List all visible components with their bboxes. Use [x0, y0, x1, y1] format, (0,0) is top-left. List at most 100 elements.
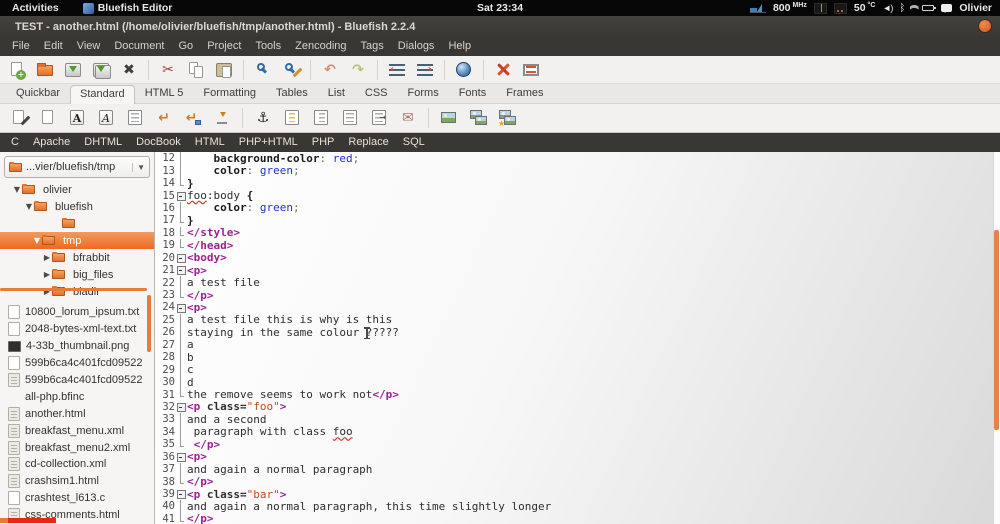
tab-html-5[interactable]: HTML 5	[135, 84, 194, 103]
cpu-graph-icon[interactable]	[749, 3, 766, 13]
wifi-icon[interactable]: )))	[909, 7, 919, 10]
insert-image-button[interactable]	[436, 106, 462, 130]
filter-replace[interactable]: Replace	[341, 133, 395, 152]
italic-button[interactable]: A	[93, 106, 119, 130]
find-button[interactable]	[250, 58, 276, 82]
tab-formatting[interactable]: Formatting	[193, 84, 266, 103]
multi-thumbnail-button[interactable]: ★	[494, 106, 520, 130]
code-line-28[interactable]: 28 b	[155, 351, 1000, 364]
paste-button[interactable]	[211, 58, 237, 82]
app-indicator[interactable]: Bluefish Editor	[82, 2, 172, 14]
code-line-16[interactable]: 16 color: green;	[155, 201, 1000, 215]
tree-item-bluefish[interactable]: ▼ bluefish	[0, 198, 154, 215]
menu-go[interactable]: Go	[172, 37, 201, 56]
chat-icon[interactable]	[941, 4, 953, 13]
break-clear-button[interactable]: ↵	[180, 106, 206, 130]
expander-open-icon[interactable]: ▼	[12, 185, 22, 194]
code-line-23[interactable]: 23 </p>	[155, 289, 1000, 302]
fold-collapse-icon[interactable]	[176, 488, 187, 500]
bold-button[interactable]: A	[64, 106, 90, 130]
file-item-cd-collection.xml[interactable]: cd-collection.xml	[0, 456, 154, 473]
anchor-button[interactable]: ⚓	[250, 106, 276, 130]
new-document-button[interactable]: +	[4, 58, 30, 82]
fold-collapse-icon[interactable]	[176, 252, 187, 264]
cpu-frequency[interactable]: 800 MHz	[773, 2, 807, 15]
code-line-24[interactable]: 24 <p>	[155, 301, 1000, 314]
editor-scrollbar-thumb[interactable]	[994, 230, 999, 430]
filter-dhtml[interactable]: DHTML	[77, 133, 129, 152]
open-file-button[interactable]	[32, 58, 58, 82]
close-document-button[interactable]: ✖	[116, 58, 142, 82]
code-line-14[interactable]: 14}	[155, 177, 1000, 190]
file-item-599b6ca4c401fcd09522[interactable]: 599b6ca4c401fcd09522	[0, 372, 154, 389]
expander-open-icon[interactable]: ▼	[24, 202, 34, 211]
tree-item-big_files[interactable]: ▶ big_files	[0, 266, 154, 283]
tab-fonts[interactable]: Fonts	[449, 84, 497, 103]
tree-item-tmp[interactable]: ▼ tmp	[0, 232, 154, 249]
code-line-17[interactable]: 17}	[155, 214, 1000, 227]
tab-frames[interactable]: Frames	[496, 84, 553, 103]
temperature[interactable]: 50 °C	[854, 2, 876, 15]
file-item-all-php.bfinc[interactable]: all-php.bfinc	[0, 388, 154, 405]
directory-selector[interactable]: ...vier/bluefish/tmp ▼	[4, 156, 150, 178]
file-list-hscrollbar[interactable]	[0, 518, 8, 523]
redo-button[interactable]: ↷	[345, 58, 371, 82]
filter-apache[interactable]: Apache	[26, 133, 77, 152]
file-item-another.html[interactable]: another.html	[0, 405, 154, 422]
file-item-4-33b_thumbnail.png[interactable]: 4-33b_thumbnail.png	[0, 338, 154, 355]
code-line-22[interactable]: 22 a test file	[155, 276, 1000, 290]
menu-dialogs[interactable]: Dialogs	[391, 37, 442, 56]
expander-closed-icon[interactable]: ▶	[42, 253, 52, 262]
quickstart-button[interactable]	[6, 106, 32, 130]
tree-item-olivier[interactable]: ▼ olivier	[0, 181, 154, 198]
menu-tags[interactable]: Tags	[354, 37, 391, 56]
menu-file[interactable]: File	[5, 37, 37, 56]
line-break-button[interactable]: ↵	[151, 106, 177, 130]
tab-forms[interactable]: Forms	[398, 84, 449, 103]
fullscreen-button[interactable]	[518, 58, 544, 82]
menu-edit[interactable]: Edit	[37, 37, 70, 56]
monitor-graph-icon[interactable]	[813, 2, 827, 14]
code-editor[interactable]: 12 background-color: red; 13 color: green…	[155, 152, 1000, 524]
tree-hscrollbar[interactable]	[0, 288, 147, 291]
paragraph-button[interactable]	[122, 106, 148, 130]
preferences-button[interactable]	[490, 58, 516, 82]
tree-item-bfrabbit[interactable]: ▶ bfrabbit	[0, 249, 154, 266]
filter-html[interactable]: HTML	[188, 133, 232, 152]
code-line-26[interactable]: 26 staying in the same colour ?????	[155, 326, 1000, 340]
monitor-graph2-icon[interactable]	[833, 2, 847, 14]
browser-preview-button[interactable]	[451, 58, 477, 82]
menu-project[interactable]: Project	[200, 37, 248, 56]
code-line-39[interactable]: 39 <p class= "bar" >	[155, 488, 1000, 501]
fold-collapse-icon[interactable]	[176, 301, 187, 314]
file-item-crashsim1.html[interactable]: crashsim1.html	[0, 473, 154, 490]
save-button[interactable]	[60, 58, 86, 82]
code-line-41[interactable]: 41 </p>	[155, 512, 1000, 524]
menu-zencoding[interactable]: Zencoding	[288, 37, 353, 56]
div-button[interactable]	[337, 106, 363, 130]
fold-collapse-icon[interactable]	[176, 189, 187, 202]
body-button[interactable]	[35, 106, 61, 130]
fold-collapse-icon[interactable]	[176, 401, 187, 413]
undo-button[interactable]: ↶	[317, 58, 343, 82]
code-line-37[interactable]: 37 and again a normal paragraph	[155, 463, 1000, 476]
tab-standard[interactable]: Standard	[70, 85, 135, 104]
comment-button[interactable]: →	[366, 106, 392, 130]
bluetooth-icon[interactable]: ᛒ	[899, 3, 905, 14]
file-item-breakfast_menu.xml[interactable]: breakfast_menu.xml	[0, 422, 154, 439]
fold-collapse-icon[interactable]	[176, 451, 187, 463]
tab-tables[interactable]: Tables	[266, 84, 318, 103]
code-area[interactable]: 12 background-color: red; 13 color: green…	[155, 152, 1000, 524]
code-line-29[interactable]: 29 c	[155, 363, 1000, 377]
tree-item-bladir[interactable]: ▶ bladir	[0, 283, 154, 300]
menu-document[interactable]: Document	[107, 37, 171, 56]
center-button[interactable]	[279, 106, 305, 130]
editor-scrollbar-track[interactable]	[993, 152, 1000, 524]
volume-icon[interactable]: ◄)	[882, 3, 893, 13]
code-line-38[interactable]: 38 </p>	[155, 475, 1000, 488]
find-replace-button[interactable]	[278, 58, 304, 82]
file-item-2048-bytes-xml-text.txt[interactable]: 2048-bytes-xml-text.txt	[0, 321, 154, 338]
code-line-40[interactable]: 40 and again a normal paragraph, this tim…	[155, 500, 1000, 514]
menu-tools[interactable]: Tools	[248, 37, 288, 56]
window-close-button[interactable]	[978, 19, 992, 33]
